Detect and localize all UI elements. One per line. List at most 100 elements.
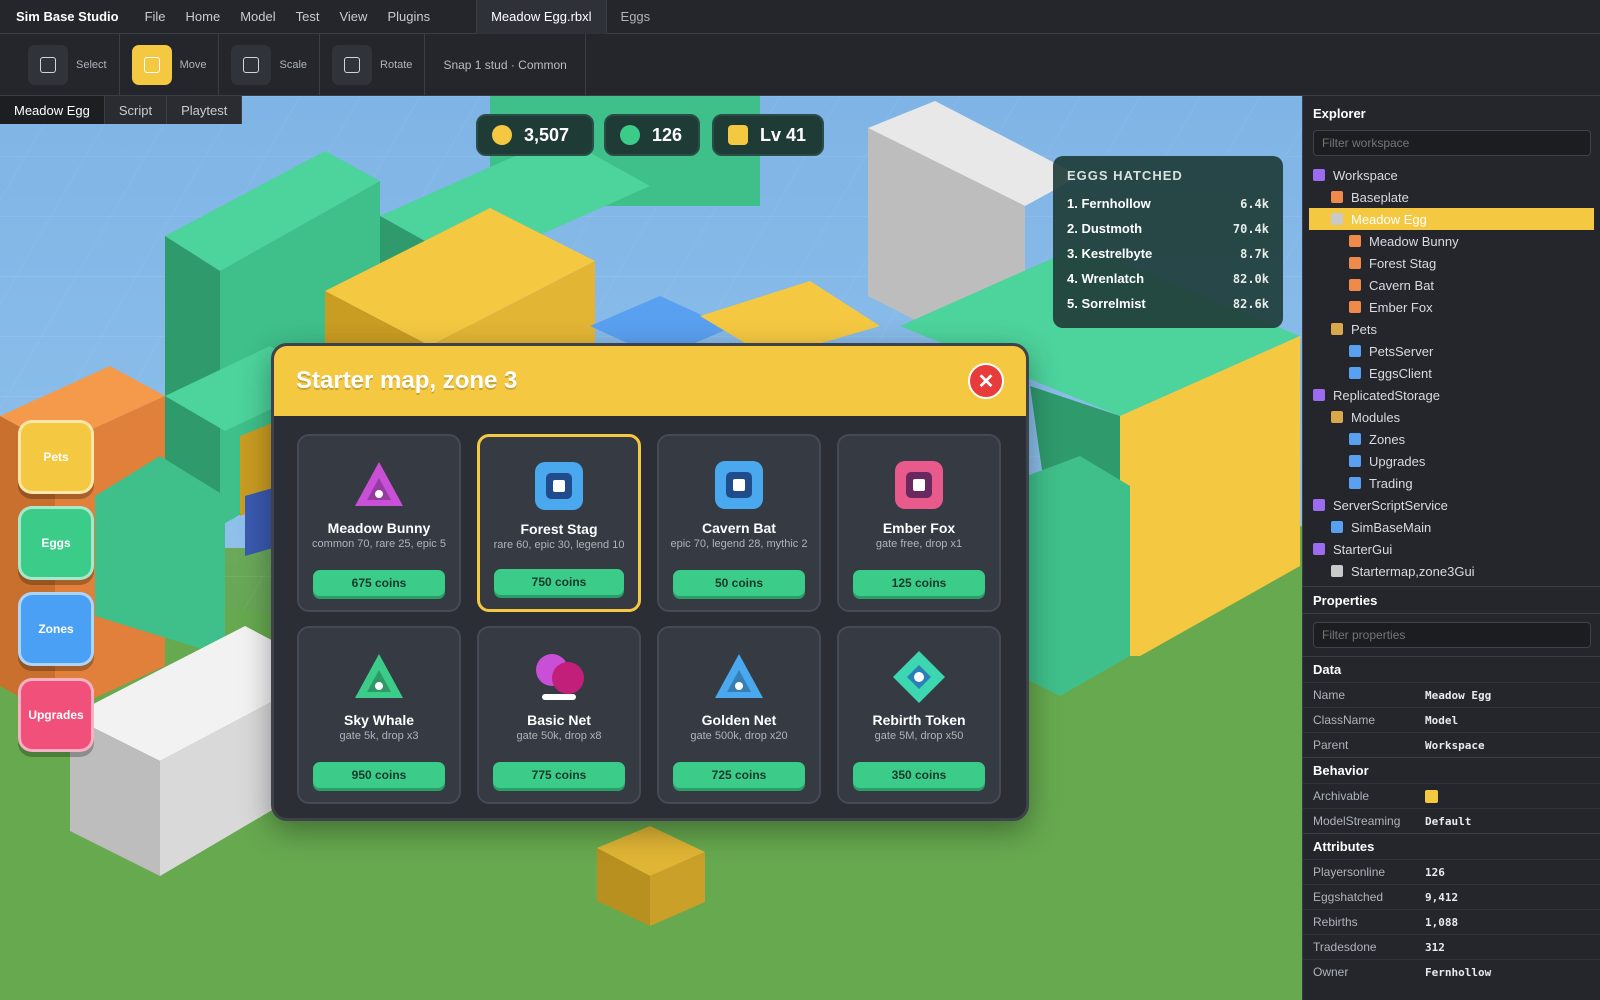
property-value[interactable]: 9,412 — [1425, 891, 1458, 904]
board-title: EGGS HATCHED — [1067, 168, 1183, 183]
property-key: Rebirths — [1313, 915, 1358, 929]
egg-card[interactable]: Forest Stag rare 60, epic 30, legend 10 75… — [477, 434, 641, 612]
explorer-tree: Workspace Baseplate Meadow Egg Meadow Bunny… — [1303, 164, 1600, 582]
property-section[interactable]: Attributes — [1303, 833, 1600, 859]
archivable-checkbox[interactable] — [1425, 789, 1438, 803]
egg-card[interactable]: Sky Whale gate 5k, drop x3 950 coins — [297, 626, 461, 804]
buy-button[interactable]: 350 coins — [853, 762, 985, 788]
doc-tab-eggs[interactable]: Eggs — [607, 0, 665, 34]
buy-button[interactable]: 50 coins — [673, 570, 805, 596]
property-section[interactable]: Data — [1303, 656, 1600, 682]
viewport[interactable]: Meadow Egg Script Playtest 3,507 126 Lv … — [0, 96, 1302, 1000]
explorer-item-label: Forest Stag — [1369, 255, 1437, 271]
hud-coins: 3,507 — [476, 114, 594, 156]
explorer-item[interactable]: Forest Stag — [1303, 252, 1600, 274]
explorer-item[interactable]: Pets — [1303, 318, 1600, 340]
property-value[interactable]: Meadow Egg — [1425, 689, 1491, 702]
level-value: Lv 41 — [760, 124, 807, 145]
explorer-item[interactable]: Baseplate — [1303, 186, 1600, 208]
property-value[interactable]: 312 — [1425, 941, 1445, 954]
vtab-playtest[interactable]: Playtest — [167, 96, 243, 124]
explorer-item[interactable]: StarterGui — [1303, 538, 1600, 560]
explorer-item[interactable]: PetsServer — [1303, 340, 1600, 362]
property-value[interactable]: Workspace — [1425, 739, 1485, 752]
buy-button[interactable]: 775 coins — [493, 762, 625, 788]
explorer-item[interactable]: Modules — [1303, 406, 1600, 428]
properties-filter-input[interactable] — [1313, 622, 1591, 648]
snap-setting[interactable]: Snap 1 stud · Common — [425, 33, 586, 96]
buy-button[interactable]: 675 coins — [313, 570, 445, 596]
upgrades-button[interactable]: Upgrades — [18, 678, 94, 752]
explorer-item[interactable]: Startermap,zone3Gui — [1303, 560, 1600, 582]
explorer-item[interactable]: Ember Fox — [1303, 296, 1600, 318]
egg-card[interactable]: Cavern Bat epic 70, legend 28, mythic 2 50… — [657, 434, 821, 612]
explorer-item-label: Startermap,zone3Gui — [1351, 563, 1475, 579]
buy-button[interactable]: 950 coins — [313, 762, 445, 788]
egg-card[interactable]: Golden Net gate 500k, drop x20 725 coins — [657, 626, 821, 804]
explorer-filter-input[interactable] — [1313, 130, 1591, 156]
board-row: 1. Fernhollow 6.4k — [1067, 191, 1269, 216]
egg-card-desc: epic 70, legend 28, mythic 2 — [670, 538, 808, 550]
tool-rotate[interactable]: Rotate — [320, 33, 426, 96]
explorer-item[interactable]: Upgrades — [1303, 450, 1600, 472]
instance-icon — [1349, 235, 1361, 247]
buy-button[interactable]: 750 coins — [494, 569, 624, 595]
buy-button[interactable]: 125 coins — [853, 570, 985, 596]
property-row: Tradesdone 312 — [1303, 934, 1600, 959]
egg-card[interactable]: Meadow Bunny common 70, rare 25, epic 5 67… — [297, 434, 461, 612]
explorer-item[interactable]: Zones — [1303, 428, 1600, 450]
close-button[interactable]: ✕ — [968, 363, 1004, 399]
explorer-item[interactable]: Cavern Bat — [1303, 274, 1600, 296]
vtab-meadow-egg[interactable]: Meadow Egg — [0, 96, 105, 124]
explorer-item[interactable]: Trading — [1303, 472, 1600, 494]
egg-card[interactable]: Basic Net gate 50k, drop x8 775 coins — [477, 626, 641, 804]
buy-button[interactable]: 725 coins — [673, 762, 805, 788]
explorer-item[interactable]: EggsClient — [1303, 362, 1600, 384]
explorer-item[interactable]: SimBaseMain — [1303, 516, 1600, 538]
zones-button[interactable]: Zones — [18, 592, 94, 666]
menu-test[interactable]: Test — [286, 0, 330, 34]
diamond-icon — [892, 650, 946, 704]
menu-file[interactable]: File — [135, 0, 176, 34]
property-value[interactable]: Default — [1425, 815, 1471, 828]
explorer-item-label: ReplicatedStorage — [1333, 387, 1440, 403]
egg-card[interactable]: Ember Fox gate free, drop x1 125 coins — [837, 434, 1001, 612]
explorer-item[interactable]: Meadow Egg — [1309, 208, 1594, 230]
gem-icon — [620, 125, 640, 145]
tool-move[interactable]: Move — [120, 33, 220, 96]
pets-button[interactable]: Pets — [18, 420, 94, 494]
explorer-item[interactable]: ReplicatedStorage — [1303, 384, 1600, 406]
vtab-script[interactable]: Script — [104, 96, 168, 124]
instance-icon — [1331, 411, 1343, 423]
property-key: Name — [1313, 688, 1346, 702]
side-panel: Explorer Workspace Baseplate Meadow Egg Mea… — [1302, 96, 1600, 1000]
tool-select[interactable]: Select — [16, 33, 120, 96]
property-value[interactable]: Fernhollow — [1425, 966, 1491, 979]
egg-card-desc: gate 50k, drop x8 — [516, 730, 602, 742]
menu-plugins[interactable]: Plugins — [377, 0, 440, 34]
explorer-item[interactable]: Meadow Bunny — [1303, 230, 1600, 252]
explorer-item-label: Meadow Bunny — [1369, 233, 1459, 249]
property-key: Eggshatched — [1313, 890, 1384, 904]
property-section[interactable]: Behavior — [1303, 757, 1600, 783]
instance-icon — [1349, 433, 1361, 445]
eggs-button[interactable]: Eggs — [18, 506, 94, 580]
menu-home[interactable]: Home — [176, 0, 231, 34]
board-name: 2. Dustmoth — [1067, 221, 1143, 236]
egg-card[interactable]: Rebirth Token gate 5M, drop x50 350 coins — [837, 626, 1001, 804]
property-key: ClassName — [1313, 713, 1376, 727]
explorer-item[interactable]: Workspace — [1303, 164, 1600, 186]
property-value[interactable]: 126 — [1425, 866, 1445, 879]
tool-rotate-label: Rotate — [380, 58, 413, 71]
explorer-item[interactable]: ServerScriptService — [1303, 494, 1600, 516]
property-value[interactable]: Model — [1425, 714, 1458, 727]
menu-model[interactable]: Model — [230, 0, 285, 34]
tool-scale[interactable]: Scale — [219, 33, 321, 96]
egg-card-desc: gate 5k, drop x3 — [339, 730, 419, 742]
menu-view[interactable]: View — [329, 0, 377, 34]
doc-tab-active[interactable]: Meadow Egg.rbxl — [476, 0, 607, 34]
property-value[interactable]: 1,088 — [1425, 916, 1458, 929]
level-icon — [728, 125, 748, 145]
explorer-item-label: Cavern Bat — [1369, 277, 1435, 293]
move-icon — [131, 44, 172, 85]
